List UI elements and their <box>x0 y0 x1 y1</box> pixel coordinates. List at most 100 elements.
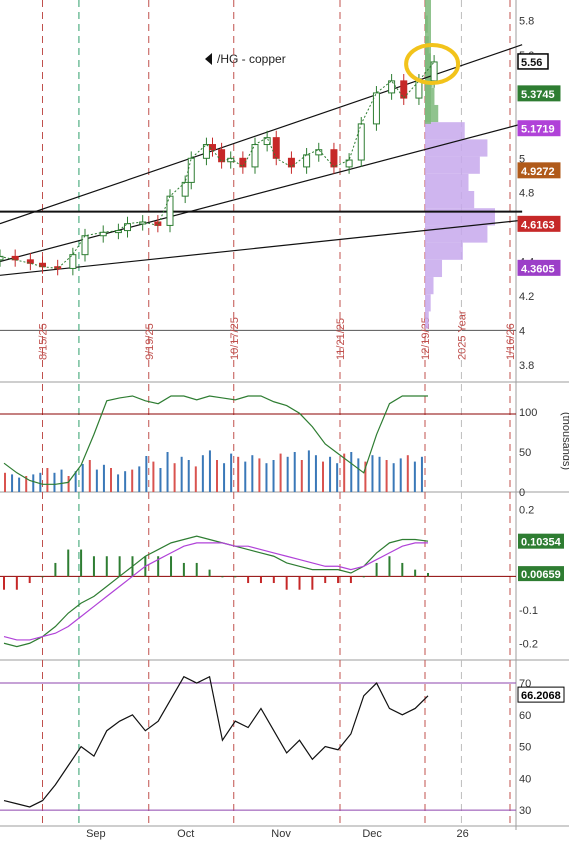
rsi-tick-label: 30 <box>519 805 531 817</box>
price-tag-label: 4.6163 <box>521 219 555 231</box>
volume-bar <box>230 453 233 492</box>
volume-bar <box>293 452 296 492</box>
volume-profile-bar <box>425 242 463 260</box>
volume-profile-bar <box>425 294 431 312</box>
volume-bar <box>4 472 6 492</box>
macd-histogram-bar <box>247 576 250 584</box>
volume-bar <box>279 453 282 492</box>
candle-body <box>81 235 89 256</box>
volume-bar <box>314 455 317 492</box>
volume-bar <box>399 458 402 492</box>
macd-histogram-bar <box>285 576 288 590</box>
candle-body <box>303 154 311 168</box>
candle-body <box>181 181 189 197</box>
volume-bar <box>237 456 240 492</box>
candle-body <box>415 80 423 99</box>
volume-bar <box>95 469 98 492</box>
macd-tag-label: 0.10354 <box>521 537 562 549</box>
volume-bar <box>357 458 360 492</box>
volume-profile-bar <box>425 259 443 278</box>
macd-histogram-bar <box>337 576 340 584</box>
macd-tick-label: -0.1 <box>519 605 538 617</box>
x-axis-label: Nov <box>271 828 291 840</box>
macd-histogram-bar <box>3 576 5 590</box>
chart-canvas: /HG - copper 5.85.65.45.254.84.64.44.243… <box>0 0 569 840</box>
macd-histogram-bar <box>375 562 378 577</box>
volume-bar <box>110 468 112 492</box>
candle-body <box>430 61 438 82</box>
volume-bar <box>67 476 70 492</box>
candle-body <box>154 221 162 226</box>
volume-bar <box>251 455 254 492</box>
macd-histogram-bar <box>298 576 301 590</box>
candle-body <box>357 123 365 161</box>
rsi-tick-label: 60 <box>519 710 531 722</box>
volume-bar <box>216 460 218 492</box>
volume-bar <box>32 474 35 492</box>
macd-histogram-bar <box>234 576 237 578</box>
rsi-tick-label: 40 <box>519 773 531 785</box>
volume-bar <box>102 464 105 492</box>
volume-bar <box>385 460 388 492</box>
price-tick-label: 3.8 <box>519 360 534 372</box>
price-tick-label: 5.8 <box>519 16 534 28</box>
volume-tick-label: 50 <box>519 447 531 459</box>
volume-bar <box>180 456 183 492</box>
chart-title: /HG - copper <box>217 52 286 66</box>
volume-bar <box>11 474 14 492</box>
volume-bar <box>322 461 324 492</box>
macd-histogram-bar <box>41 576 44 578</box>
volume-tick-label: 100 <box>519 407 537 419</box>
x-axis-label: Oct <box>177 828 194 840</box>
volume-bar <box>152 461 155 492</box>
macd-tick-label: -0.2 <box>519 638 538 650</box>
volume-bar <box>194 466 197 492</box>
volume-bar <box>307 450 310 492</box>
volume-bar <box>145 456 148 492</box>
volume-bar <box>53 472 56 492</box>
price-tag-label: 5.3745 <box>521 89 555 101</box>
volume-profile-bar <box>425 156 480 174</box>
volume-bar <box>392 463 395 492</box>
volume-bar <box>265 463 268 492</box>
volume-bar <box>131 469 134 492</box>
volume-bar <box>413 461 416 492</box>
volume-bar <box>46 468 49 492</box>
macd-histogram-bar <box>182 562 185 577</box>
volume-bar <box>329 456 332 492</box>
x-axis-label: 26 <box>456 828 468 840</box>
macd-histogram-bar <box>272 576 275 584</box>
volume-profile-bar <box>425 191 475 209</box>
macd-histogram-bar <box>15 576 18 590</box>
volume-profile-bar <box>425 0 431 124</box>
price-tick-label: 4.8 <box>519 188 534 200</box>
close-trace <box>0 61 435 269</box>
price-tick-label: 4 <box>519 325 525 337</box>
volume-bar <box>159 468 162 492</box>
macd-histogram-bar <box>195 562 198 577</box>
volume-axis-label: (thousands) <box>560 412 569 470</box>
macd-tag-label: 0.00659 <box>521 569 561 581</box>
volume-bar <box>272 460 275 492</box>
macd-histogram-bar <box>80 549 83 577</box>
rsi-tick-label: 50 <box>519 742 531 754</box>
volume-bar <box>406 455 409 492</box>
volume-bar <box>117 474 120 492</box>
macd-histogram-bar <box>208 569 211 577</box>
volume-bar <box>124 471 127 492</box>
macd-histogram-bar <box>388 556 391 577</box>
candle-body <box>372 92 380 125</box>
date-marker-label: 9/19/25 <box>144 323 156 360</box>
candle-body <box>218 149 226 163</box>
volume-bar <box>378 456 381 492</box>
date-marker-label: 8/15/25 <box>38 323 50 360</box>
macd-histogram-bar <box>414 569 417 577</box>
volume-bar <box>88 460 91 492</box>
candle-body <box>330 149 338 168</box>
macd-histogram-bar <box>54 562 57 577</box>
candle-body <box>99 231 107 237</box>
volume-bar <box>336 463 339 492</box>
candle-body <box>187 157 195 183</box>
x-axis-label: Sep <box>86 828 106 840</box>
date-marker-label: 2025 Year <box>456 310 468 360</box>
